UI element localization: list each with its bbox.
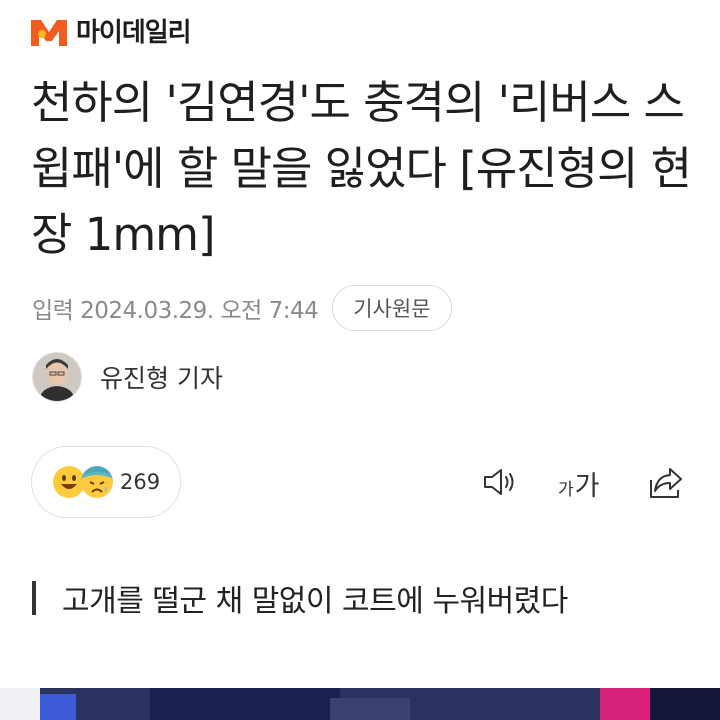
- reaction-button[interactable]: 269: [31, 446, 181, 518]
- article-photo-image: [0, 688, 720, 720]
- subheadline-text: 고개를 떨군 채 말없이 코트에 누워버렸다: [62, 584, 568, 619]
- brand-name: 마이데일리: [76, 18, 192, 48]
- top-bar: 마이데일리: [0, 0, 720, 62]
- font-size-large-label: 가: [574, 471, 600, 502]
- font-size-small-label: 가: [558, 480, 574, 500]
- sad-emoji-icon: [81, 466, 113, 498]
- reporter-avatar: [32, 352, 82, 402]
- original-article-button[interactable]: 기사원문: [332, 285, 452, 331]
- font-size-button[interactable]: 가 가: [558, 464, 599, 503]
- reporter-name: 유진형 기자: [100, 364, 223, 393]
- article-headline: 천하의 '김연경'도 충격의 '리버스 스윕패'에 할 말을 잃었다 [유진형의…: [31, 76, 692, 261]
- brand-logo[interactable]: 마이데일리: [28, 12, 192, 49]
- reaction-count: 269: [120, 470, 161, 494]
- publish-date: 입력 2024.03.29. 오전 7:44: [32, 298, 319, 324]
- mydaily-logo-icon: [31, 19, 67, 46]
- article-subheadline: 고개를 떨군 채 말없이 코트에 누워버렸다: [32, 576, 568, 620]
- article-meta: 입력 2024.03.29. 오전 7:44 기사원문: [32, 284, 452, 332]
- article-action-bar: 269 가 가: [0, 446, 720, 518]
- reporter-photo-icon: [33, 353, 81, 401]
- share-icon[interactable]: [646, 462, 686, 502]
- speaker-icon[interactable]: [480, 462, 520, 502]
- reporter-info[interactable]: 유진형 기자: [32, 352, 223, 402]
- subheadline-bar: [32, 581, 36, 615]
- article-photo: [0, 688, 720, 720]
